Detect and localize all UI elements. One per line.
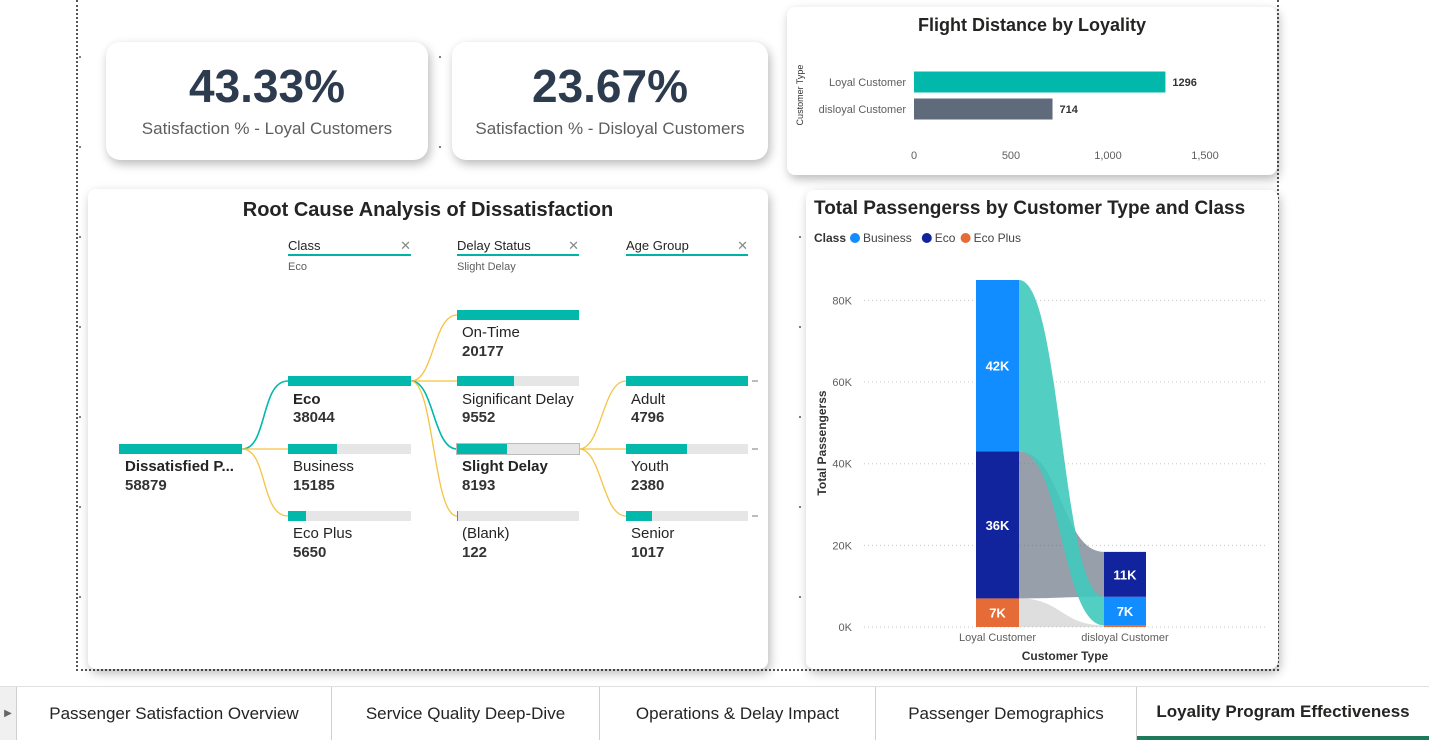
node-value: 38044 (293, 409, 335, 426)
node-bar-root[interactable] (119, 444, 242, 454)
tab-operations-delay-impact[interactable]: Operations & Delay Impact (600, 687, 876, 740)
category-label: Loyal Customer (959, 632, 1036, 644)
legend-marker (921, 233, 932, 243)
data-label: 36K (986, 518, 1010, 533)
node-bar-eco-plus[interactable] (288, 511, 411, 521)
data-label: 714 (1060, 104, 1079, 116)
node-label: Significant Delay (462, 391, 574, 408)
data-label: 42K (986, 359, 1010, 374)
node-label: (Blank) (462, 525, 510, 542)
tree-links (241, 314, 758, 517)
node-value: 58879 (125, 477, 167, 494)
tick-label: 0 (911, 150, 917, 162)
data-label: 7K (989, 606, 1006, 621)
root-cause-visual[interactable]: Root Cause Analysis of Dissatisfaction C… (88, 189, 768, 669)
node-label: Youth (631, 458, 669, 475)
node-value: 9552 (462, 409, 496, 426)
legend-marker (850, 233, 860, 243)
node-label: On-Time (462, 324, 520, 341)
data-label: 7K (1117, 604, 1134, 619)
node-value: 15185 (293, 477, 335, 494)
tick-label: 20K (832, 540, 852, 552)
passengers-visual[interactable]: Total Passengerss by Customer Type and C… (806, 190, 1278, 669)
node-bar-youth[interactable] (626, 444, 748, 454)
node-label: Business (293, 458, 354, 475)
node-bar-business[interactable] (288, 444, 411, 454)
node-value: 4796 (631, 409, 665, 426)
tick-label: 0K (839, 622, 853, 634)
node-bar-on-time[interactable] (457, 310, 579, 320)
node-bar-slight-delay[interactable] (456, 443, 580, 455)
bar (914, 98, 1053, 120)
passengers-chart: 0K 20K 40K 60K 80K Class Business Eco Eco Plus 7K… (814, 231, 1266, 663)
tick-label: 500 (1002, 150, 1020, 162)
node-value: 2380 (631, 477, 665, 494)
axis-title: Customer Type (795, 65, 805, 126)
node-label: Adult (631, 391, 666, 408)
legend-marker (960, 233, 971, 243)
data-label: 1296 (1172, 77, 1196, 89)
tab-service-quality-deep-dive[interactable]: Service Quality Deep-Dive (332, 687, 600, 740)
kpi-card-disloyal[interactable]: 23.67% Satisfaction % - Disloyal Custome… (452, 42, 768, 160)
tick-label: 80K (832, 295, 852, 307)
node-label: Eco Plus (293, 525, 353, 542)
kpi-value: 23.67% (531, 60, 688, 112)
node-label: Dissatisfied P... (125, 458, 234, 475)
category-label: Loyal Customer (829, 77, 906, 89)
legend-title: Class (814, 231, 846, 245)
axis-title: Customer Type (1022, 649, 1109, 663)
node-bar-blank[interactable] (457, 511, 579, 521)
tick-label: 1,000 (1094, 150, 1122, 162)
node-value: 122 (462, 544, 488, 561)
node-value: 8193 (462, 477, 496, 494)
legend-entry: Business (863, 231, 912, 245)
node-value: 1017 (631, 544, 665, 561)
bar (914, 71, 1166, 93)
category-label: disloyal Customer (1081, 632, 1169, 644)
node-bar-senior[interactable] (626, 511, 748, 521)
tab-passenger-demographics[interactable]: Passenger Demographics (876, 687, 1137, 740)
bar-segment (1104, 625, 1146, 627)
kpi-card-loyal[interactable]: 43.33% Satisfaction % - Loyal Customers (106, 42, 428, 160)
node-value: 20177 (462, 343, 504, 360)
category-label: disloyal Customer (819, 104, 907, 116)
kpi-label: Satisfaction % - Disloyal Customers (475, 119, 745, 138)
node-value: 5650 (293, 544, 327, 561)
tabs-scroll-left-icon[interactable]: ▶ (0, 687, 16, 740)
node-label: Slight Delay (462, 458, 548, 475)
node-label: Senior (631, 525, 675, 542)
data-label: 11K (1113, 567, 1137, 582)
legend-entry: Eco (935, 231, 956, 245)
tick-label: 60K (832, 377, 852, 389)
node-bar-eco[interactable] (288, 376, 411, 386)
kpi-label: Satisfaction % - Loyal Customers (141, 119, 393, 138)
node-bar-significant-delay[interactable] (457, 376, 579, 386)
tab-loyality-program-effectiveness[interactable]: Loyality Program Effectiveness (1137, 687, 1429, 740)
kpi-value: 43.33% (188, 60, 345, 112)
tab-passenger-satisfaction-overview[interactable]: Passenger Satisfaction Overview (16, 687, 332, 740)
tick-label: 1,500 (1191, 150, 1219, 162)
legend-entry: Eco Plus (974, 231, 1021, 245)
flight-distance-chart: Loyal Customer 1296 disloyal Customer 714 0 5… (795, 65, 1219, 162)
node-bar-adult[interactable] (626, 376, 748, 386)
page-tabs: ▶ Passenger Satisfaction Overview Servic… (0, 686, 1429, 740)
flight-distance-visual[interactable]: Flight Distance by Loyality Loyal Custom… (787, 7, 1277, 175)
axis-title: Total Passengerss (815, 390, 829, 495)
tick-label: 40K (832, 459, 852, 471)
node-label: Eco (293, 391, 321, 408)
